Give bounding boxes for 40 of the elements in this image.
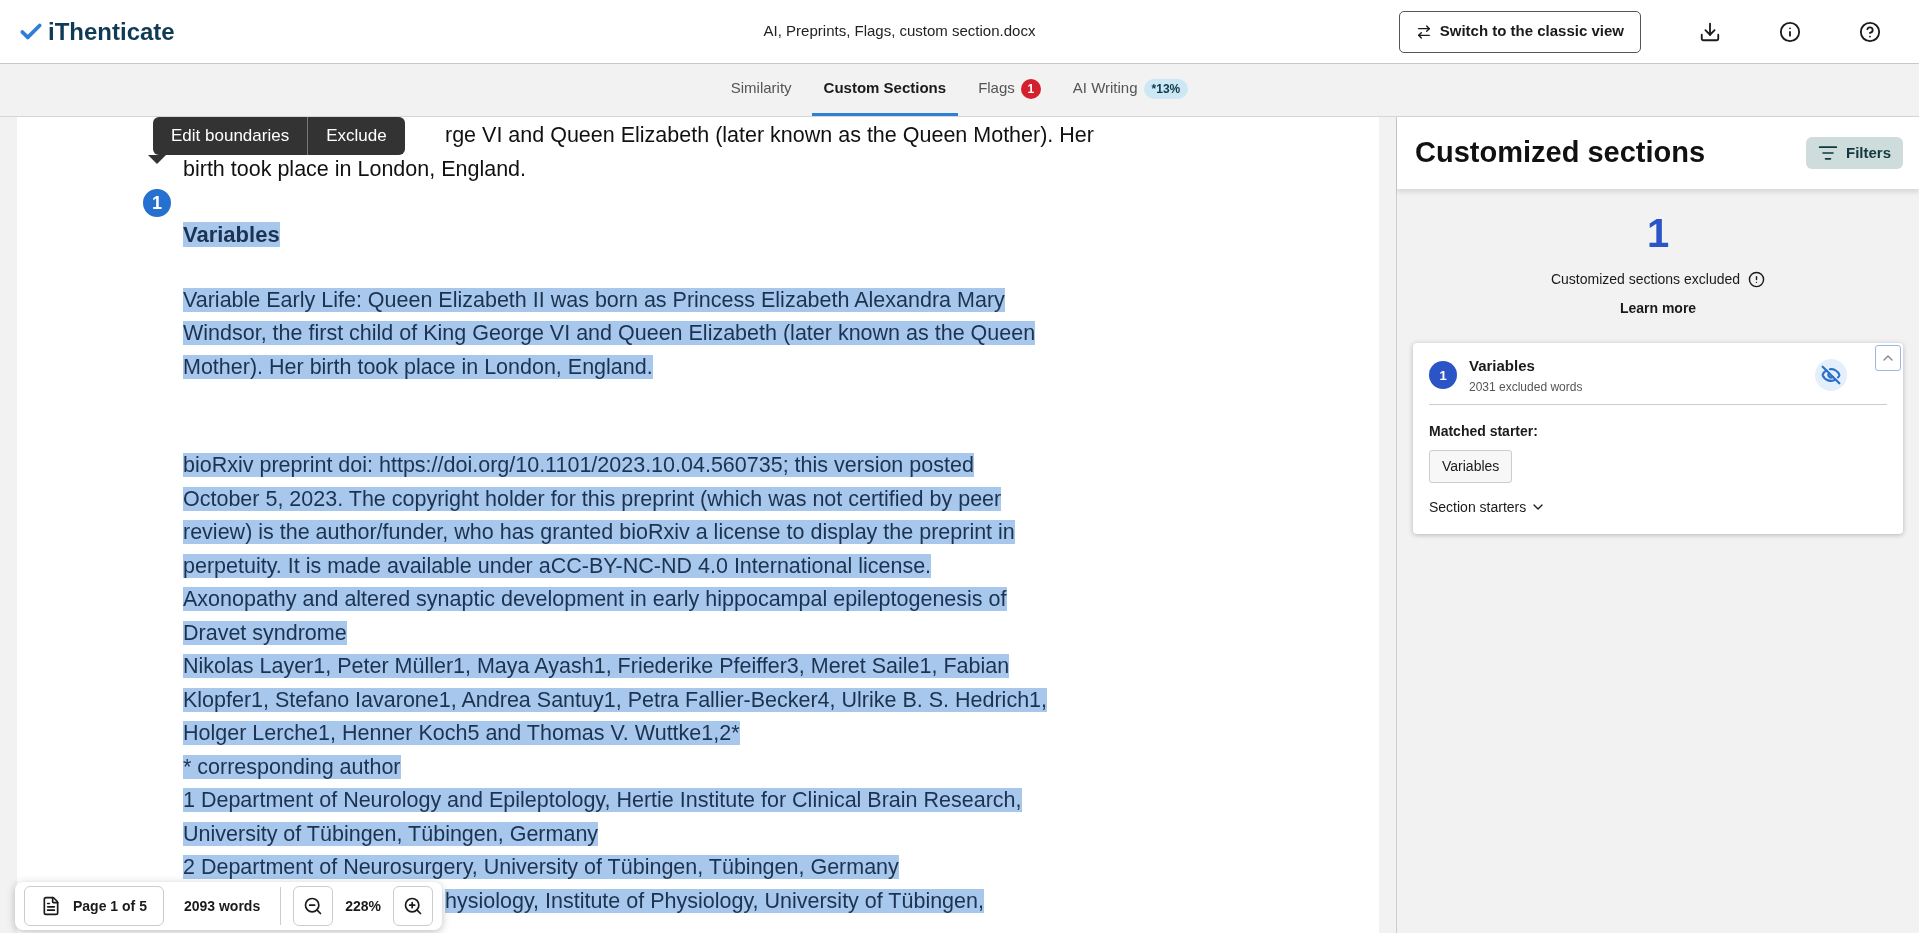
help-icon[interactable]	[1859, 20, 1881, 43]
section-heading: Variables	[183, 222, 280, 247]
matched-starter-label: Matched starter:	[1429, 421, 1539, 441]
hidden-toggle-button[interactable]	[1815, 359, 1847, 392]
excluded-words: 2031 excluded words	[1469, 378, 1584, 396]
document-text-line: birth took place in London, England.	[183, 156, 527, 181]
swap-arrows-icon	[1415, 23, 1432, 40]
zoom-level: 228%	[345, 896, 381, 916]
brand-logo: iThenticate	[48, 16, 175, 47]
popover-action[interactable]: Edit boundaries	[153, 117, 308, 155]
excluded-count-label: Customized sections excluded	[1550, 270, 1741, 289]
starter-chip: Variables	[1429, 449, 1513, 483]
tab-badge: 1	[1020, 78, 1041, 99]
zoom-out-button[interactable]	[293, 886, 334, 926]
download-icon[interactable]	[1699, 20, 1721, 43]
tab[interactable]: Similarity	[718, 64, 804, 116]
page-indicator-button[interactable]: Page 1 of 5	[24, 886, 164, 926]
info-icon[interactable]	[1779, 20, 1801, 43]
filter-icon	[1818, 143, 1838, 163]
switch-view-button[interactable]: Switch to the classic view	[1398, 10, 1641, 53]
eye-off-icon	[1821, 365, 1841, 386]
tab[interactable]: Flags 1	[966, 64, 1053, 116]
tab-badge: *13%	[1143, 78, 1189, 99]
panel-title: Customized sections	[1415, 135, 1706, 171]
document-text-line: rge VI and Queen Elizabeth (later known as the Queen Mother). Her	[445, 123, 1094, 147]
zoom-in-icon	[403, 896, 423, 916]
filters-button[interactable]: Filters	[1806, 137, 1903, 169]
popover-action[interactable]: Exclude	[307, 117, 405, 155]
zoom-out-icon	[303, 896, 324, 916]
excluded-count: 1	[1646, 213, 1670, 253]
zoom-in-button[interactable]	[393, 886, 433, 926]
document-icon	[41, 896, 61, 916]
section-starters-toggle[interactable]: Section starters	[1429, 496, 1547, 518]
word-count: 2093 words	[182, 896, 262, 916]
tab[interactable]: AI Writing *13%	[1060, 64, 1201, 116]
info-icon[interactable]	[1748, 271, 1766, 288]
file-name: AI, Preprints, Flags, custom section.docx	[763, 21, 1036, 42]
learn-more-link[interactable]: Learn more	[1619, 298, 1697, 319]
section-name: Variables	[1469, 356, 1536, 376]
section-number-badge: 1	[1429, 361, 1457, 390]
